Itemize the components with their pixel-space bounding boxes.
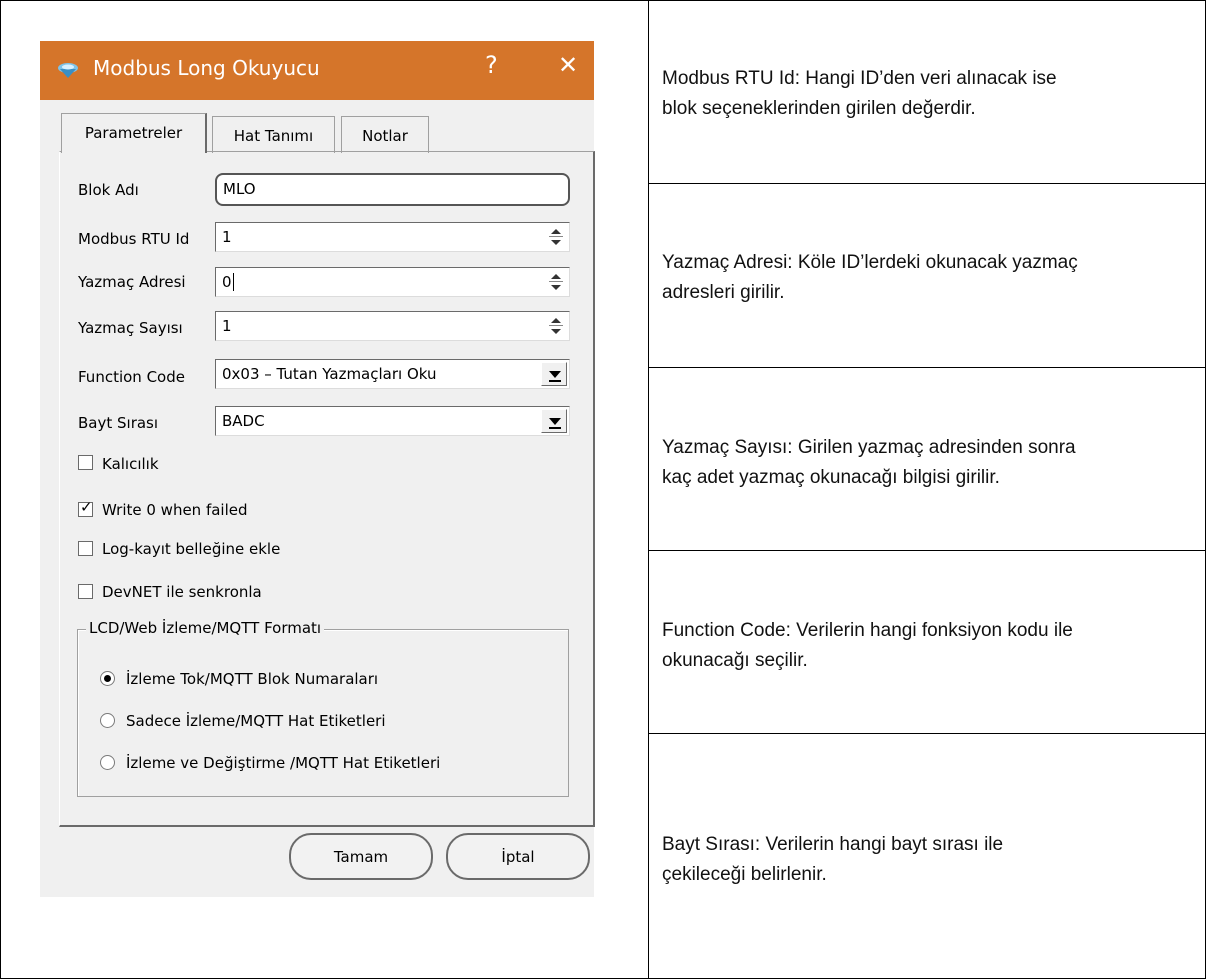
dropdown-arrow-icon[interactable]	[541, 362, 567, 386]
tab-parametreler[interactable]: Parametreler	[61, 113, 207, 153]
devnet-checkbox[interactable]	[78, 584, 93, 599]
description-line: blok seçeneklerinden girilen değerdir.	[662, 98, 976, 119]
blok-adi-label: Blok Adı	[78, 181, 139, 199]
table-border-top	[0, 0, 1206, 1]
dropdown-arrow-icon[interactable]	[541, 409, 567, 433]
description-line: Function Code: Verilerin hangi fonksiyon…	[662, 620, 1073, 641]
description-line: Modbus RTU Id: Hangi ID’den veri alınaca…	[662, 68, 1057, 89]
group-title: LCD/Web İzleme/MQTT Formatı	[86, 619, 325, 637]
row-divider	[648, 550, 1206, 551]
checkmark-icon: ✓	[80, 498, 93, 516]
tab-label: Notlar	[362, 127, 408, 145]
description-rtu-id: Modbus RTU Id: Hangi ID’den veri alınaca…	[662, 64, 1202, 124]
tab-notlar[interactable]: Notlar	[341, 116, 429, 153]
description-yazmac-sayisi: Yazmaç Sayısı: Girilen yazmaç adresinden…	[662, 433, 1202, 493]
description-line: kaç adet yazmaç okunacağı bilgisi girili…	[662, 467, 1000, 488]
description-line: çekileceği belirlenir.	[662, 864, 827, 885]
dialog-title: Modbus Long Okuyucu	[93, 56, 320, 80]
yazmac-adresi-value: 0	[222, 273, 232, 291]
log-kayit-label: Log-kayıt belleğine ekle	[102, 540, 281, 558]
table-border-left	[0, 0, 1, 979]
yazmac-sayisi-spinbox[interactable]: 1	[215, 311, 570, 341]
cancel-button-label: İptal	[501, 848, 535, 866]
bayt-sirasi-value: BADC	[222, 412, 265, 430]
bayt-sirasi-select[interactable]: BADC	[215, 406, 570, 436]
description-line: Bayt Sırası: Verilerin hangi bayt sırası…	[662, 834, 1004, 855]
devnet-label: DevNET ile senkronla	[102, 583, 262, 601]
radio-label: Sadece İzleme/MQTT Hat Etiketleri	[126, 712, 386, 730]
function-code-select[interactable]: 0x03 – Tutan Yazmaçları Oku	[215, 359, 570, 389]
write-zero-label: Write 0 when failed	[102, 501, 248, 519]
description-line: Yazmaç Sayısı: Girilen yazmaç adresinden…	[662, 437, 1076, 458]
function-code-value: 0x03 – Tutan Yazmaçları Oku	[222, 365, 437, 383]
close-icon[interactable]: ✕	[558, 51, 578, 79]
ok-button[interactable]: Tamam	[289, 833, 433, 880]
spin-arrows-icon[interactable]	[547, 271, 565, 293]
tab-hat-tanimi[interactable]: Hat Tanımı	[212, 116, 335, 153]
yazmac-adresi-label: Yazmaç Adresi	[78, 273, 186, 291]
rtu-id-value: 1	[222, 228, 232, 246]
radio-selected-dot	[104, 675, 111, 682]
help-icon[interactable]: ?	[485, 51, 498, 79]
spin-arrows-icon[interactable]	[547, 226, 565, 248]
blok-adi-input[interactable]: MLO	[215, 173, 570, 206]
radio-label: İzleme Tok/MQTT Blok Numaraları	[126, 670, 379, 688]
bayt-sirasi-label: Bayt Sırası	[78, 414, 159, 432]
tab-label: Parametreler	[84, 124, 183, 142]
row-divider	[648, 733, 1206, 734]
cancel-button[interactable]: İptal	[446, 833, 590, 880]
title-bar[interactable]: Modbus Long Okuyucu ? ✕	[40, 41, 594, 100]
radio-sadece-izleme[interactable]	[100, 713, 115, 728]
description-function-code: Function Code: Verilerin hangi fonksiyon…	[662, 616, 1202, 676]
description-line: okunacağı seçilir.	[662, 650, 808, 671]
spin-arrows-icon[interactable]	[547, 315, 565, 337]
yazmac-adresi-spinbox[interactable]: 0	[215, 267, 570, 297]
radio-blok-numaralari[interactable]	[100, 671, 115, 686]
function-code-label: Function Code	[78, 368, 185, 386]
yazmac-sayisi-value: 1	[222, 317, 232, 335]
description-bayt-sirasi: Bayt Sırası: Verilerin hangi bayt sırası…	[662, 830, 1202, 890]
ok-button-label: Tamam	[333, 848, 389, 866]
row-divider	[648, 367, 1206, 368]
write-zero-checkbox[interactable]: ✓	[78, 498, 93, 517]
app-icon	[58, 63, 78, 78]
description-yazmac-adresi: Yazmaç Adresi: Köle ID’lerdeki okunacak …	[662, 248, 1202, 308]
log-kayit-checkbox[interactable]	[78, 541, 93, 556]
description-line: adresleri girilir.	[662, 282, 785, 303]
yazmac-sayisi-label: Yazmaç Sayısı	[78, 319, 183, 337]
description-line: Yazmaç Adresi: Köle ID’lerdeki okunacak …	[662, 252, 1078, 273]
kalicilik-checkbox[interactable]	[78, 455, 93, 470]
table-border-divider	[648, 0, 649, 979]
rtu-id-spinbox[interactable]: 1	[215, 222, 570, 252]
modbus-dialog: Modbus Long Okuyucu ? ✕ Parametreler Hat…	[40, 41, 595, 897]
rtu-id-label: Modbus RTU Id	[78, 230, 190, 248]
lcd-format-group: LCD/Web İzleme/MQTT Formatı İzleme Tok/M…	[77, 619, 569, 797]
kalicilik-label: Kalıcılık	[102, 455, 159, 473]
tab-label: Hat Tanımı	[233, 127, 314, 145]
row-divider	[648, 183, 1206, 184]
blok-adi-value: MLO	[223, 180, 256, 198]
radio-label: İzleme ve Değiştirme /MQTT Hat Etiketler…	[126, 754, 441, 772]
radio-izleme-degistirme[interactable]	[100, 755, 115, 770]
